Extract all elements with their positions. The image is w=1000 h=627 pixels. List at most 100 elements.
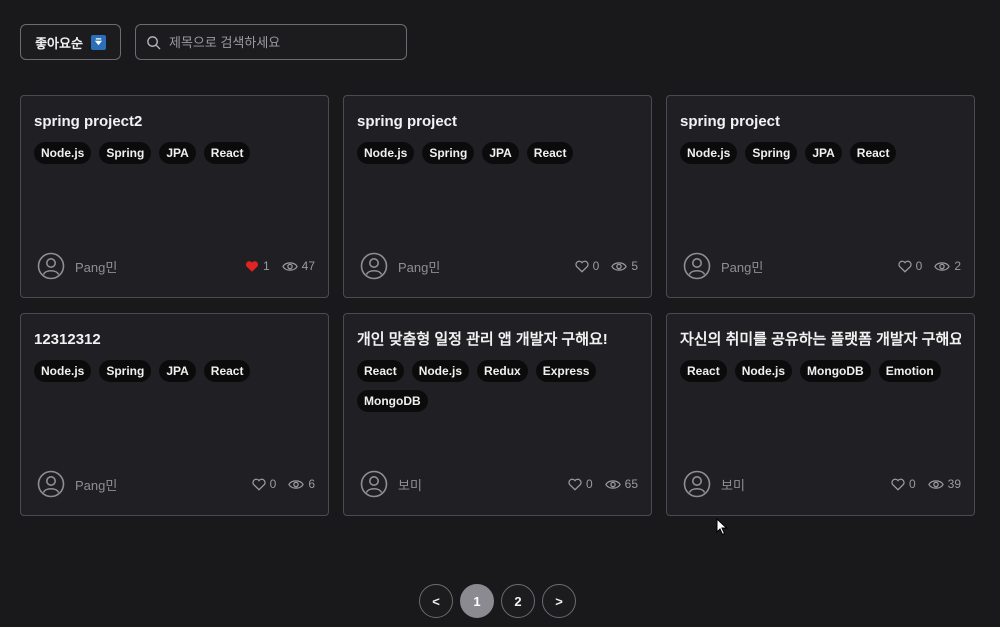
tech-tag: JPA <box>159 360 196 382</box>
toolbar: 좋아요순 <box>20 24 407 60</box>
card-footer: Pang민 0 6 <box>37 470 315 498</box>
card-title: 12312312 <box>34 331 101 348</box>
eye-icon <box>611 261 628 272</box>
prev-page-button[interactable]: < <box>419 584 453 618</box>
heart-icon <box>568 478 582 491</box>
tech-tag: Node.js <box>680 142 738 164</box>
view-count: 47 <box>281 259 315 273</box>
like-count[interactable]: 0 <box>252 477 277 491</box>
tech-tag: JPA <box>482 142 519 164</box>
tech-tag: JPA <box>805 142 842 164</box>
project-card[interactable]: 12312312 Node.js Spring JPA React Pang민 0 6 <box>20 313 329 516</box>
tech-tag: Node.js <box>34 360 92 382</box>
tech-tag: React <box>357 360 404 382</box>
page-button-1[interactable]: 1 <box>460 584 494 618</box>
heart-icon <box>891 478 905 491</box>
view-count-value: 47 <box>301 259 315 273</box>
tech-tag: Redux <box>477 360 528 382</box>
pagination: < 1 2 > <box>419 584 576 618</box>
tag-list: React Node.js MongoDB Emotion <box>680 360 961 382</box>
card-footer: 보미 0 39 <box>683 470 961 498</box>
next-page-button[interactable]: > <box>542 584 576 618</box>
view-count-value: 6 <box>308 477 315 491</box>
view-count: 6 <box>288 477 315 491</box>
tech-tag: Spring <box>99 142 152 164</box>
like-count-value: 1 <box>262 259 270 273</box>
tech-tag: React <box>203 142 251 164</box>
tag-list: Node.js Spring JPA React <box>34 360 315 382</box>
card-footer: Pang민 0 2 <box>683 252 961 280</box>
search-input[interactable] <box>169 34 396 50</box>
tech-tag: React <box>203 360 251 382</box>
tag-list: Node.js Spring JPA React <box>34 142 315 164</box>
eye-icon <box>934 261 951 272</box>
view-count: 2 <box>934 259 961 273</box>
like-count[interactable]: 0 <box>568 477 593 491</box>
tech-tag: React <box>680 360 727 382</box>
search-icon <box>147 35 161 49</box>
tech-tag: Node.js <box>357 142 415 164</box>
view-count: 5 <box>611 259 638 273</box>
author-name: Pang민 <box>75 259 118 275</box>
project-card[interactable]: spring project Node.js Spring JPA React Pang민… <box>343 95 652 298</box>
like-count[interactable]: 0 <box>891 477 916 491</box>
eye-icon <box>604 479 621 490</box>
eye-icon <box>281 261 298 272</box>
card-footer: 보미 0 65 <box>360 470 638 498</box>
tech-tag: Node.js <box>34 142 92 164</box>
card-footer: Pang민 0 5 <box>360 252 638 280</box>
project-card[interactable]: spring project Node.js Spring JPA React Pang민… <box>666 95 975 298</box>
like-count[interactable]: 0 <box>898 259 922 273</box>
user-avatar-icon <box>683 252 711 280</box>
eye-icon <box>927 479 944 490</box>
tech-tag: Spring <box>99 360 152 382</box>
like-count[interactable]: 0 <box>575 259 599 273</box>
view-count-value: 2 <box>954 259 961 273</box>
tech-tag: React <box>526 142 574 164</box>
search-box <box>135 24 407 60</box>
author-name: 보미 <box>398 477 422 493</box>
project-card[interactable]: 자신의 취미를 공유하는 플랫폼 개발자 구해요! React Node.js Mon… <box>666 313 975 516</box>
like-count[interactable]: 1 <box>245 259 270 273</box>
sort-label: 좋아요순 <box>35 35 83 51</box>
card-title: spring project <box>680 113 781 130</box>
project-card-grid: spring project2 Node.js Spring JPA React Pang… <box>20 95 975 516</box>
tech-tag: Spring <box>422 142 475 164</box>
view-count: 39 <box>927 477 961 491</box>
card-title: spring project2 <box>34 113 143 130</box>
project-card[interactable]: 개인 맞춤형 일정 관리 앱 개발자 구해요! React Node.js Redux… <box>343 313 652 516</box>
user-avatar-icon <box>37 470 65 498</box>
card-title: 자신의 취미를 공유하는 플랫폼 개발자 구해요! <box>680 331 961 348</box>
user-avatar-icon <box>37 252 65 280</box>
heart-icon <box>898 260 912 273</box>
tech-tag: Emotion <box>878 360 941 382</box>
author-name: 보미 <box>721 477 745 493</box>
page-button-2[interactable]: 2 <box>501 584 535 618</box>
tech-tag: Node.js <box>411 360 470 382</box>
like-count-value: 0 <box>908 477 916 491</box>
like-count-value: 0 <box>585 477 593 491</box>
tech-tag: Spring <box>745 142 798 164</box>
heart-icon <box>245 260 259 273</box>
tech-tag: React <box>849 142 897 164</box>
sort-badge-icon <box>90 34 106 50</box>
like-count-value: 0 <box>269 477 277 491</box>
view-count-value: 39 <box>947 477 961 491</box>
author-name: Pang민 <box>75 477 118 493</box>
tag-list: Node.js Spring JPA React <box>357 142 638 164</box>
author-name: Pang민 <box>398 259 441 275</box>
card-footer: Pang민 1 47 <box>37 252 315 280</box>
tag-list: React Node.js Redux Express MongoDB <box>357 360 638 412</box>
tech-tag: MongoDB <box>800 360 871 382</box>
tech-tag: Express <box>535 360 597 382</box>
view-count: 65 <box>604 477 638 491</box>
mouse-cursor-icon <box>716 518 728 536</box>
project-card[interactable]: spring project2 Node.js Spring JPA React Pang… <box>20 95 329 298</box>
card-title: spring project <box>357 113 458 130</box>
tech-tag: JPA <box>159 142 196 164</box>
author-name: Pang민 <box>721 259 764 275</box>
card-title: 개인 맞춤형 일정 관리 앱 개발자 구해요! <box>357 331 608 348</box>
user-avatar-icon <box>360 470 388 498</box>
user-avatar-icon <box>683 470 711 498</box>
sort-button[interactable]: 좋아요순 <box>20 24 121 60</box>
